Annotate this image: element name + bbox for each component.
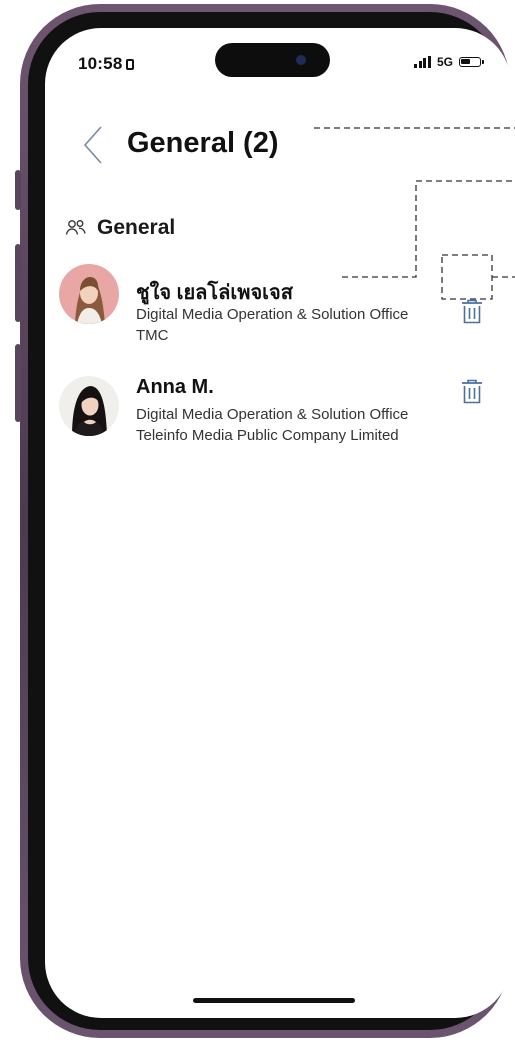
- screen: 10:58 5G General (2) General ชูใจ เยลโล่…: [45, 28, 511, 1018]
- group-icon: [65, 220, 86, 235]
- time-text: 10:58: [78, 54, 123, 73]
- avatar: [59, 264, 119, 324]
- avatar: [59, 376, 119, 436]
- trash-icon: [462, 379, 482, 404]
- page-title: General (2): [127, 127, 279, 159]
- trash-icon: [462, 299, 482, 324]
- side-button-volume-up: [15, 244, 21, 322]
- side-button-action: [15, 170, 21, 210]
- header: General (2): [45, 123, 511, 173]
- section-title: General: [97, 216, 176, 239]
- status-bar: 10:58 5G: [45, 28, 511, 98]
- delete-button[interactable]: [459, 378, 485, 406]
- section-header: General: [65, 216, 175, 240]
- camera-icon: [296, 55, 306, 65]
- battery-icon: [459, 57, 484, 67]
- home-indicator: [193, 998, 355, 1003]
- network-label: 5G: [436, 55, 453, 69]
- delete-button[interactable]: [459, 298, 485, 326]
- chevron-left-icon: [83, 126, 102, 164]
- member-row[interactable]: ชูใจ เยลโล่เพจเจส Digital Media Operatio…: [45, 262, 511, 352]
- sim-icon: [126, 59, 135, 70]
- side-button-volume-down: [15, 344, 21, 422]
- status-indicators: 5G: [414, 55, 484, 69]
- member-name: ชูใจ เยลโล่เพจเจส: [136, 282, 293, 304]
- back-button[interactable]: [79, 123, 109, 167]
- member-company: TMC: [136, 327, 169, 344]
- member-row[interactable]: Anna M. Digital Media Operation & Soluti…: [45, 376, 511, 466]
- member-department: Digital Media Operation & Solution Offic…: [136, 406, 409, 423]
- member-company: Teleinfo Media Public Company Limited: [136, 427, 399, 444]
- member-name: Anna M.: [136, 376, 214, 398]
- member-department: Digital Media Operation & Solution Offic…: [136, 306, 409, 323]
- signal-icon: [414, 56, 431, 68]
- status-time: 10:58: [78, 54, 135, 74]
- dynamic-island: [215, 43, 330, 77]
